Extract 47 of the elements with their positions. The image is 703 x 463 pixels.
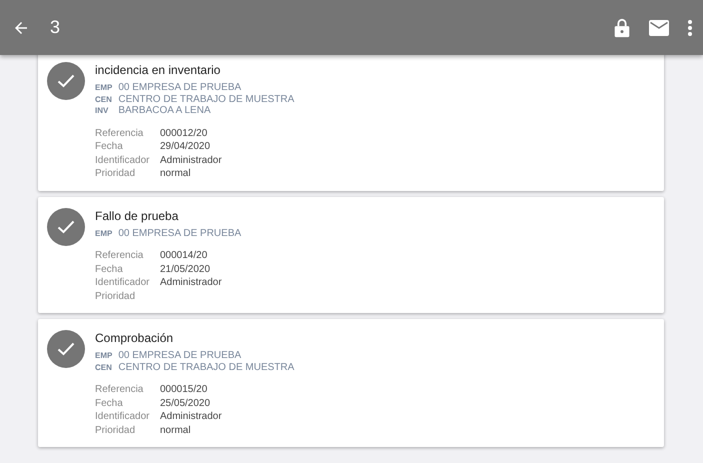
task-card[interactable]: Fallo de prueba EMP 00 EMPRESA DE PRUEBA Referencia 000014/20 Fecha 21/05/2020 Identificador Administrador Prioridad <box>38 196 664 313</box>
check-icon <box>47 330 85 368</box>
field-value: Administrador <box>160 154 222 167</box>
code-label: CEN <box>95 94 112 105</box>
code-value: BARBACOA A LENA <box>118 105 212 116</box>
field-label: Identificador <box>95 410 150 424</box>
code-value: 00 EMPRESA DE PRUEBA <box>118 82 242 94</box>
more-icon[interactable] <box>687 18 693 36</box>
code-value: 00 EMPRESA DE PRUEBA <box>118 228 242 239</box>
field-value: normal <box>160 424 192 437</box>
field-value: Administrador <box>160 410 222 424</box>
field-label: Prioridad <box>95 290 136 303</box>
field-value: normal <box>160 167 192 180</box>
field-label: Fecha <box>95 262 124 276</box>
field-label: Referencia <box>95 249 144 262</box>
field-label: Prioridad <box>95 167 136 180</box>
field-value: 000014/20 <box>160 249 208 262</box>
field-label: Fecha <box>95 140 124 154</box>
screen-title: 3 <box>50 17 62 38</box>
field-value: 000015/20 <box>160 383 208 396</box>
code-label: EMP <box>95 228 112 239</box>
field-label: Referencia <box>95 126 144 140</box>
code-label: EMP <box>95 350 112 362</box>
field-value: Administrador <box>160 276 222 290</box>
field-label: Fecha <box>95 396 124 410</box>
card-title: incidencia en inventario <box>95 63 222 77</box>
check-icon <box>47 208 85 246</box>
code-label: EMP <box>95 82 112 94</box>
field-label: Referencia <box>95 383 144 396</box>
lock-icon[interactable] <box>613 18 631 38</box>
code-value: 00 EMPRESA DE PRUEBA <box>118 350 242 362</box>
code-label: CEN <box>95 362 112 373</box>
check-icon <box>47 62 85 100</box>
card-title: Comprobación <box>95 331 174 345</box>
field-value: 21/05/2020 <box>160 262 212 276</box>
code-label: INV <box>95 105 110 116</box>
field-label: Prioridad <box>95 424 136 437</box>
code-value: CENTRO DE TRABAJO DE MUESTRA <box>118 94 294 105</box>
field-value: 000012/20 <box>160 126 208 140</box>
mail-icon[interactable] <box>649 20 669 36</box>
field-label: Identificador <box>95 276 150 290</box>
field-value: 29/04/2020 <box>160 140 212 154</box>
code-value: CENTRO DE TRABAJO DE MUESTRA <box>118 362 294 373</box>
task-card[interactable]: Comprobación EMP 00 EMPRESA DE PRUEBA CEN CENTRO DE TRABAJO DE MUESTRA Referencia 000015/20 Fecha 25/05/2020 Identificador Administrador Prioridad normal <box>38 319 664 447</box>
card-title: Fallo de prueba <box>95 208 180 222</box>
field-label: Identificador <box>95 154 150 167</box>
field-value: 25/05/2020 <box>160 396 212 410</box>
